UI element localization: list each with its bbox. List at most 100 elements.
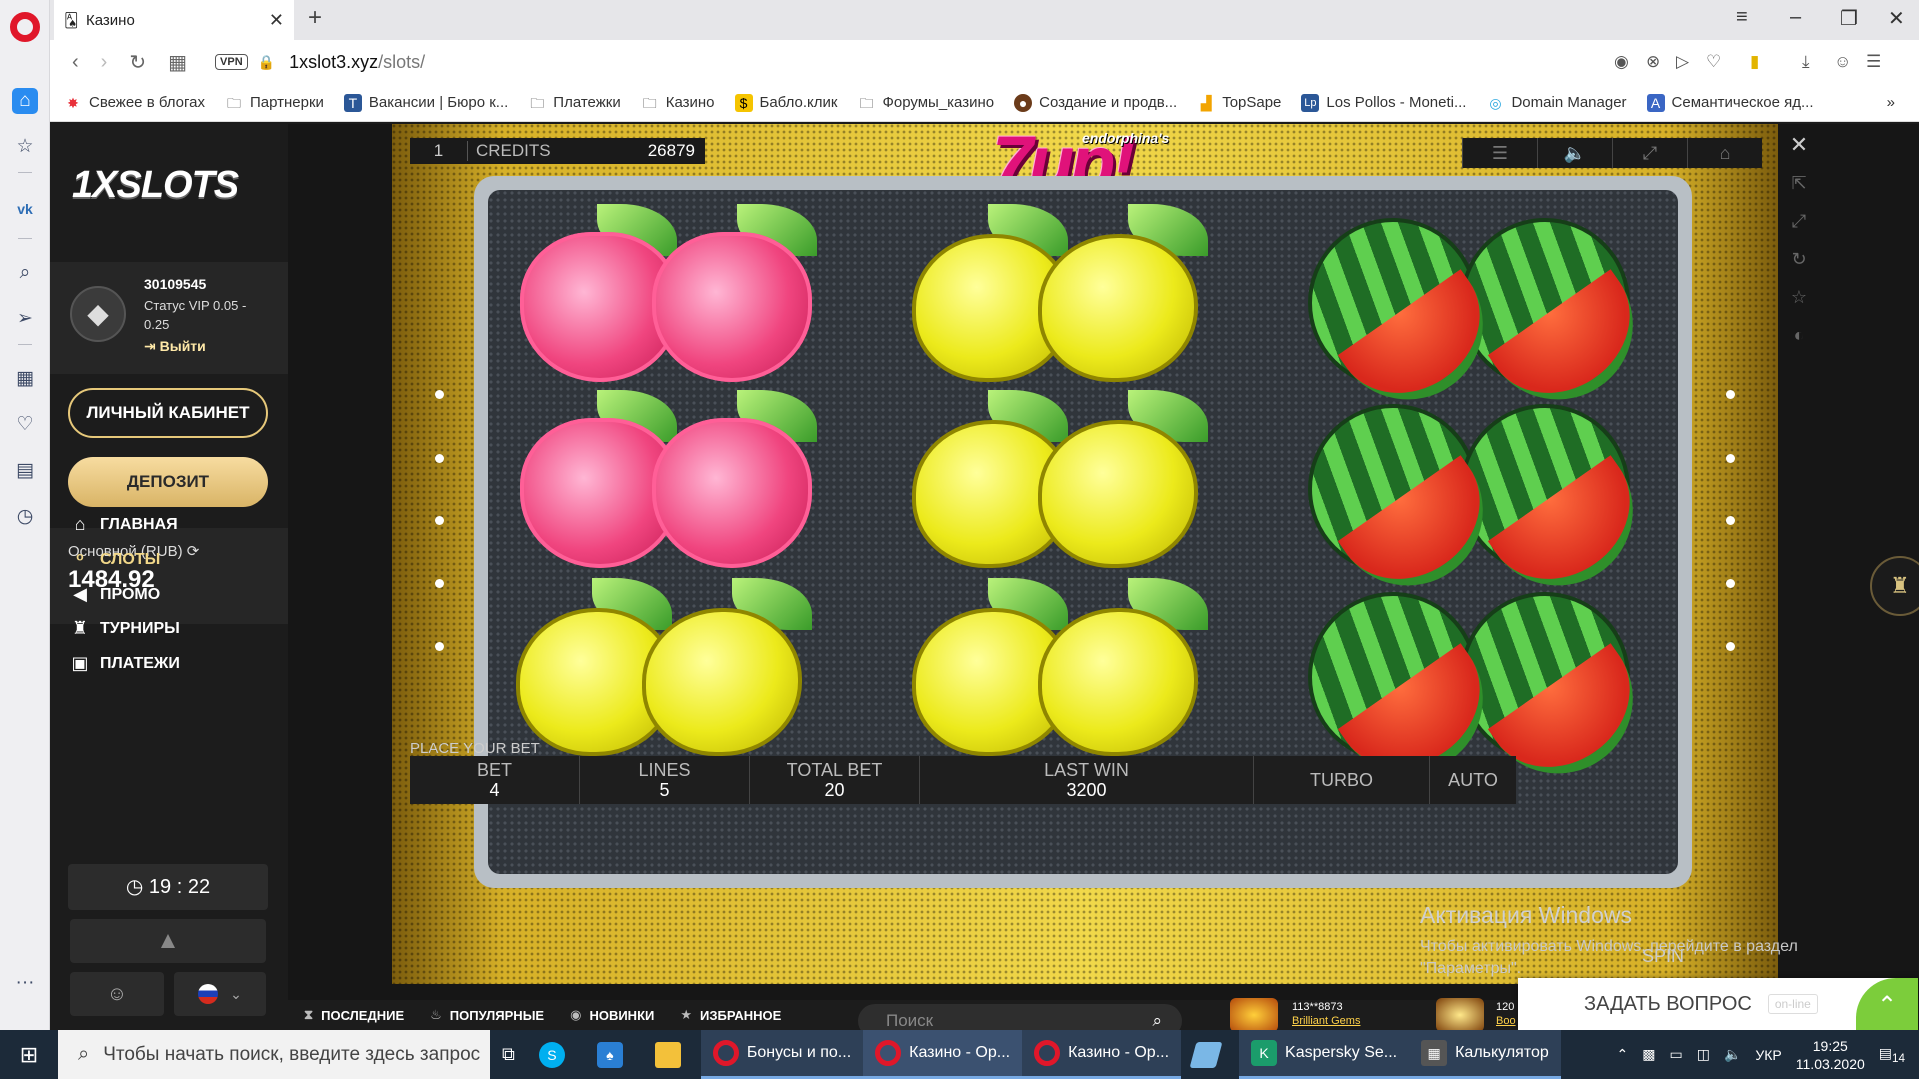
bookmark-item[interactable]: ◎ Domain Manager bbox=[1486, 94, 1626, 112]
new-tab-icon[interactable]: + bbox=[308, 4, 322, 32]
news-icon[interactable]: ▤ bbox=[12, 458, 38, 484]
tab-popular[interactable]: ♨ ПОПУЛЯРНЫЕ bbox=[430, 1007, 544, 1023]
send-icon[interactable]: ➢ bbox=[12, 306, 38, 332]
reload-icon[interactable]: ↻ bbox=[1784, 244, 1814, 274]
bookmark-item[interactable]: A Семантическое яд... bbox=[1646, 93, 1814, 112]
logout-link[interactable]: ⇥ Выйти bbox=[144, 338, 206, 355]
vk-icon[interactable]: vk bbox=[12, 196, 38, 222]
bookmark-folder[interactable]: 🗀 Форумы_казино bbox=[857, 94, 994, 112]
bookmark-item[interactable]: Lp Los Pollos - Moneti... bbox=[1301, 93, 1466, 112]
bookmark-heart-icon[interactable]: ♡ bbox=[1706, 52, 1721, 72]
sound-icon[interactable]: 🔈 bbox=[1537, 138, 1612, 168]
windows-start-icon[interactable]: ⊞ bbox=[0, 1030, 58, 1079]
taskbar-clock[interactable]: 19:25 11.03.2020 bbox=[1796, 1037, 1865, 1073]
nav-payments[interactable]: ▣ ПЛАТЕЖИ bbox=[68, 653, 179, 674]
menu-icon[interactable]: ☰ bbox=[1462, 138, 1537, 168]
support-button[interactable]: ☺ bbox=[70, 972, 164, 1016]
extension-icon[interactable]: ▮ bbox=[1750, 52, 1759, 72]
site-logo[interactable]: 1XSLOTS bbox=[72, 164, 239, 207]
history-icon[interactable]: ◷ bbox=[12, 504, 38, 530]
taskbar-kaspersky[interactable]: K Kaspersky Se... bbox=[1239, 1030, 1410, 1079]
fullscreen-icon[interactable]: ⤢ bbox=[1612, 138, 1687, 168]
bookmark-folder[interactable]: 🗀 Казино bbox=[641, 94, 715, 112]
app-icon[interactable] bbox=[1181, 1030, 1239, 1079]
opera-logo-icon[interactable] bbox=[10, 12, 40, 42]
speed-dial-icon[interactable]: ▦ bbox=[168, 50, 187, 75]
skype-icon[interactable]: S bbox=[527, 1030, 585, 1079]
bookmark-folder[interactable]: 🗀 Платежки bbox=[528, 94, 620, 112]
star-icon[interactable]: ☆ bbox=[12, 134, 38, 160]
taskbar-opera-bonuses[interactable]: Бонусы и по... bbox=[700, 1030, 864, 1079]
minimize-icon[interactable]: – bbox=[1790, 6, 1801, 29]
expand-icon[interactable]: ⤢ bbox=[1784, 206, 1814, 236]
taskbar-opera-casino[interactable]: Казино - Op... bbox=[863, 1030, 1023, 1079]
cabinet-button[interactable]: ЛИЧНЫЙ КАБИНЕТ bbox=[68, 388, 268, 438]
nav-promo[interactable]: ◀ ПРОМО bbox=[68, 584, 160, 605]
nav-home[interactable]: ⌂ ГЛАВНАЯ bbox=[68, 514, 178, 535]
task-view-icon[interactable]: ⧉ bbox=[490, 1030, 527, 1079]
close-window-icon[interactable]: ✕ bbox=[1888, 6, 1905, 31]
camera-icon[interactable]: ◉ bbox=[1614, 52, 1629, 72]
tab-casino[interactable]: 🂡 Казино ✕ bbox=[54, 0, 294, 40]
tab-new[interactable]: ◉ НОВИНКИ bbox=[570, 1007, 654, 1023]
auto-button[interactable]: AUTO bbox=[1430, 756, 1516, 804]
toggle-icon[interactable]: ◐ bbox=[1784, 320, 1814, 350]
send-page-icon[interactable]: ▷ bbox=[1676, 52, 1689, 72]
volume-icon[interactable]: 🔈 bbox=[1724, 1046, 1741, 1063]
bookmark-item[interactable]: ● Создание и продв... bbox=[1014, 93, 1177, 112]
winner-ticker[interactable]: 113**8873 Brilliant Gems bbox=[1292, 1000, 1360, 1028]
taskbar-opera-casino-2[interactable]: Казино - Op... bbox=[1022, 1030, 1182, 1079]
easy-setup-icon[interactable]: ☰ bbox=[1866, 52, 1881, 72]
ask-question-label[interactable]: ЗАДАТЬ ВОПРОС bbox=[1584, 993, 1752, 1016]
adblock-icon[interactable]: ⊗ bbox=[1646, 52, 1660, 72]
bookmark-item[interactable]: $ Бабло.клик bbox=[734, 93, 837, 112]
winner-game-thumbnail[interactable] bbox=[1230, 998, 1278, 1032]
more-bookmarks-icon[interactable]: » bbox=[1887, 94, 1895, 111]
bet-control[interactable]: BET 4 bbox=[410, 756, 580, 804]
maximize-icon[interactable]: ❐ bbox=[1840, 6, 1858, 31]
tab-recent[interactable]: ⧗ ПОСЛЕДНИЕ bbox=[304, 1007, 404, 1023]
back-icon[interactable]: ‹ bbox=[72, 51, 79, 74]
language-indicator[interactable]: УКР bbox=[1755, 1047, 1781, 1063]
notification-icon[interactable]: ▤14 bbox=[1879, 1045, 1905, 1065]
tab-menu-icon[interactable]: ≡ bbox=[1736, 6, 1748, 29]
home-icon[interactable]: ⌂ bbox=[12, 88, 38, 114]
lines-control[interactable]: LINES 5 bbox=[580, 756, 750, 804]
solitaire-icon[interactable]: ♠ bbox=[585, 1030, 643, 1079]
network-icon[interactable]: ◫ bbox=[1697, 1046, 1710, 1063]
tab-favorites[interactable]: ★ ИЗБРАННОЕ bbox=[680, 1007, 781, 1023]
tray-chevron-up-icon[interactable]: ⌃ bbox=[1617, 1046, 1629, 1063]
taskbar-calculator[interactable]: ▦ Калькулятор bbox=[1409, 1030, 1561, 1079]
file-explorer-icon[interactable] bbox=[643, 1030, 701, 1079]
winner-game-thumbnail[interactable] bbox=[1436, 998, 1484, 1032]
grid-icon[interactable]: ▦ bbox=[12, 366, 38, 392]
close-icon[interactable]: ✕ bbox=[1784, 130, 1814, 160]
bookmark-item[interactable]: ▟ TopSape bbox=[1197, 94, 1282, 112]
ask-question-widget[interactable]: ЗАДАТЬ ВОПРОС on-line ⌃ bbox=[1518, 978, 1918, 1030]
url-field[interactable]: 1xslot3.xyz/slots/ bbox=[289, 52, 425, 73]
favorite-star-icon[interactable]: ☆ bbox=[1784, 282, 1814, 312]
taskbar-search[interactable]: ⌕ Чтобы начать поиск, введите здесь запро… bbox=[58, 1030, 490, 1079]
battery-icon[interactable]: ▭ bbox=[1669, 1046, 1682, 1063]
download-icon[interactable]: ⤓ bbox=[1802, 52, 1810, 72]
tray-app-icon[interactable]: ▩ bbox=[1642, 1046, 1655, 1063]
forward-icon[interactable]: › bbox=[101, 51, 108, 74]
share-icon[interactable]: ⇱ bbox=[1784, 168, 1814, 198]
winner-ticker[interactable]: 120 Boo bbox=[1496, 1000, 1516, 1028]
bookmark-item[interactable]: T Вакансии | Бюро к... bbox=[343, 93, 508, 112]
account-icon[interactable]: ☺ bbox=[1834, 52, 1851, 72]
lock-icon[interactable]: 🔒 bbox=[258, 54, 275, 71]
vpn-badge[interactable]: VPN bbox=[215, 54, 248, 70]
chevron-up-icon[interactable]: ⌃ bbox=[1856, 978, 1918, 1030]
language-select[interactable]: ⌄ bbox=[174, 972, 266, 1016]
nav-slots[interactable]: ᵒ СЛОТЫ bbox=[68, 549, 160, 570]
bookmark-item[interactable]: ✸ Свежее в блогах bbox=[64, 94, 205, 112]
home-icon[interactable]: ⌂ bbox=[1687, 138, 1762, 168]
android-app-button[interactable]: ▲ bbox=[70, 919, 266, 963]
heart-icon[interactable]: ♡ bbox=[12, 412, 38, 438]
turbo-button[interactable]: TURBO bbox=[1254, 756, 1430, 804]
reload-icon[interactable]: ↻ bbox=[129, 50, 146, 75]
bookmark-folder[interactable]: 🗀 Партнерки bbox=[225, 94, 324, 112]
search-icon[interactable]: ⌕ bbox=[12, 260, 38, 286]
deposit-button[interactable]: ДЕПОЗИТ bbox=[68, 457, 268, 507]
